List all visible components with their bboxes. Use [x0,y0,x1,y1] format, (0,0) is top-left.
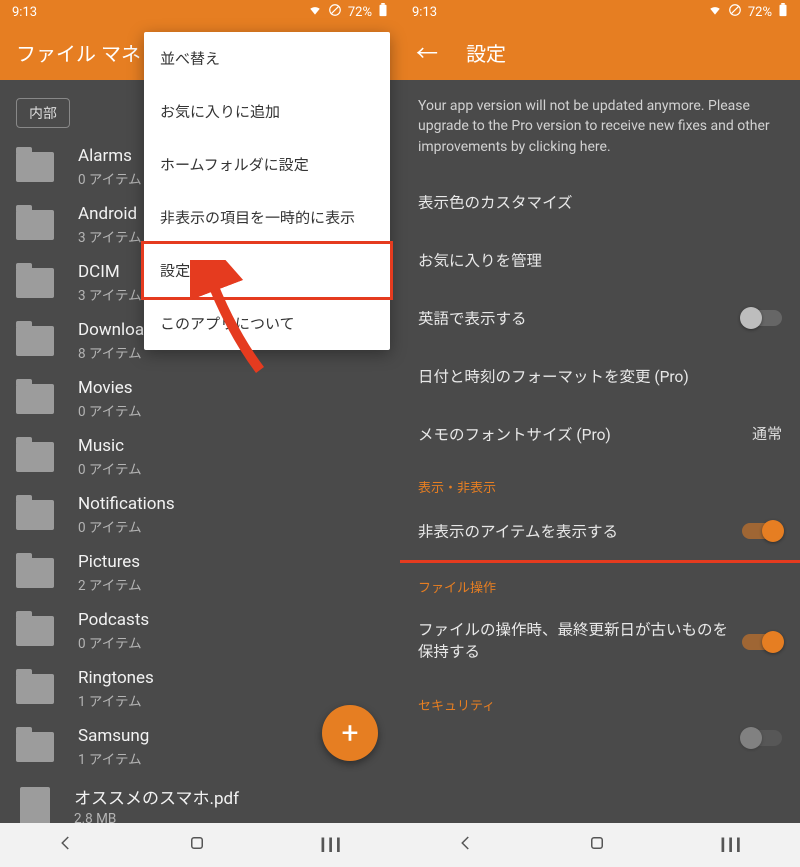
plus-icon: + [341,716,358,751]
menu-sort[interactable]: 並べ替え [144,32,390,85]
folder-name: Alarms [78,146,142,166]
folder-item-count: 1 アイテム [78,690,154,710]
upgrade-notice[interactable]: Your app version will not be updated any… [400,80,800,173]
settings-title: 設定 [466,38,506,67]
row-manage-favorites[interactable]: お気に入りを管理 [400,231,800,289]
file-size: 2.8 MB [74,811,239,823]
folder-row[interactable]: Movies0 アイテム [0,370,400,428]
folder-name: Samsung [78,726,149,746]
file-icon [20,787,50,824]
folder-item-count: 1 アイテム [78,748,149,768]
toggle-english[interactable] [742,310,782,326]
nav-bar: III [0,823,400,867]
folder-name: Podcasts [78,610,149,630]
settings-content: Your app version will not be updated any… [400,80,800,823]
menu-settings[interactable]: 設定 [141,241,393,300]
folder-icon [16,558,54,588]
section-fileop: ファイル操作 [400,563,800,602]
folder-icon [16,268,54,298]
folder-icon [16,384,54,414]
folder-row[interactable]: Notifications0 アイテム [0,486,400,544]
nav-recent-icon[interactable]: III [720,833,743,857]
back-button[interactable]: ← [416,36,438,68]
folder-item-count: 0 アイテム [78,400,142,420]
status-bar: 9:13 72% [400,0,800,24]
folder-name: Notifications [78,494,175,514]
toggle-security[interactable] [742,730,782,746]
status-time: 9:13 [12,5,37,20]
app-bar-right: ← 設定 [400,24,800,80]
folder-item-count: 3 アイテム [78,284,142,304]
overflow-menu: 並べ替え お気に入りに追加 ホームフォルダに設定 非表示の項目を一時的に表示 設… [144,32,390,350]
folder-row[interactable]: Pictures2 アイテム [0,544,400,602]
folder-item-count: 2 アイテム [78,574,142,594]
folder-name: Android [78,204,142,224]
font-size-value: 通常 [752,423,782,444]
wifi-icon [308,3,322,21]
row-keep-old-date[interactable]: ファイルの操作時、最終更新日が古いものを保持する [400,602,800,681]
battery-icon [778,3,788,21]
folder-name: Music [78,436,142,456]
folder-icon [16,500,54,530]
battery-text: 72% [348,5,372,20]
battery-icon [378,3,388,21]
folder-icon [16,210,54,240]
block-icon [328,3,342,21]
folder-item-count: 3 アイテム [78,226,142,246]
nav-home-icon[interactable] [188,833,206,857]
row-english-display[interactable]: 英語で表示する [400,289,800,347]
folder-icon [16,674,54,704]
storage-chip[interactable]: 内部 [16,98,70,128]
file-row[interactable]: オススメのスマホ.pdf 2.8 MB [0,776,400,823]
file-name: オススメのスマホ.pdf [74,784,239,809]
menu-about[interactable]: このアプリについて [144,297,390,350]
folder-name: DCIM [78,262,142,282]
folder-name: Ringtones [78,668,154,688]
folder-icon [16,616,54,646]
folder-icon [16,326,54,356]
battery-text: 72% [748,5,772,20]
menu-sethome[interactable]: ホームフォルダに設定 [144,138,390,191]
status-time: 9:13 [412,5,437,20]
fab-add[interactable]: + [322,705,378,761]
row-font-size[interactable]: メモのフォントサイズ (Pro) 通常 [400,405,800,463]
menu-favorite[interactable]: お気に入りに追加 [144,85,390,138]
folder-item-count: 8 アイテム [78,342,154,362]
section-security: セキュリティ [400,681,800,720]
nav-recent-icon[interactable]: III [320,833,343,857]
row-date-format[interactable]: 日付と時刻のフォーマットを変更 (Pro) [400,347,800,405]
status-right: 72% [708,3,788,21]
menu-showhidden-temp[interactable]: 非表示の項目を一時的に表示 [144,191,390,244]
folder-item-count: 0 アイテム [78,516,175,536]
nav-back-icon[interactable] [457,833,475,857]
row-security-partial[interactable] [400,720,800,756]
folder-name: Download [78,320,154,340]
folder-icon [16,152,54,182]
folder-row[interactable]: Music0 アイテム [0,428,400,486]
folder-item-count: 0 アイテム [78,168,142,188]
folder-row[interactable]: Podcasts0 アイテム [0,602,400,660]
status-bar: 9:13 72% [0,0,400,24]
toggle-keep-old[interactable] [742,634,782,650]
right-screen: 9:13 72% ← 設定 Your app version will not … [400,0,800,867]
folder-item-count: 0 アイテム [78,458,142,478]
app-title: ファイル マネ [16,38,141,67]
folder-name: Movies [78,378,142,398]
wifi-icon [708,3,722,21]
folder-icon [16,732,54,762]
left-screen: 9:13 72% ファイル マネ 内部 Alarms0 アイテムAndroid3… [0,0,400,867]
folder-icon [16,442,54,472]
nav-home-icon[interactable] [588,833,606,857]
folder-name: Pictures [78,552,142,572]
status-right: 72% [308,3,388,21]
nav-back-icon[interactable] [57,833,75,857]
toggle-show-hidden[interactable] [742,523,782,539]
folder-item-count: 0 アイテム [78,632,149,652]
nav-bar: III [400,823,800,867]
section-visibility: 表示・非表示 [400,463,800,502]
row-show-hidden[interactable]: 非表示のアイテムを表示する [400,502,800,563]
row-customize-colors[interactable]: 表示色のカスタマイズ [400,173,800,231]
block-icon [728,3,742,21]
